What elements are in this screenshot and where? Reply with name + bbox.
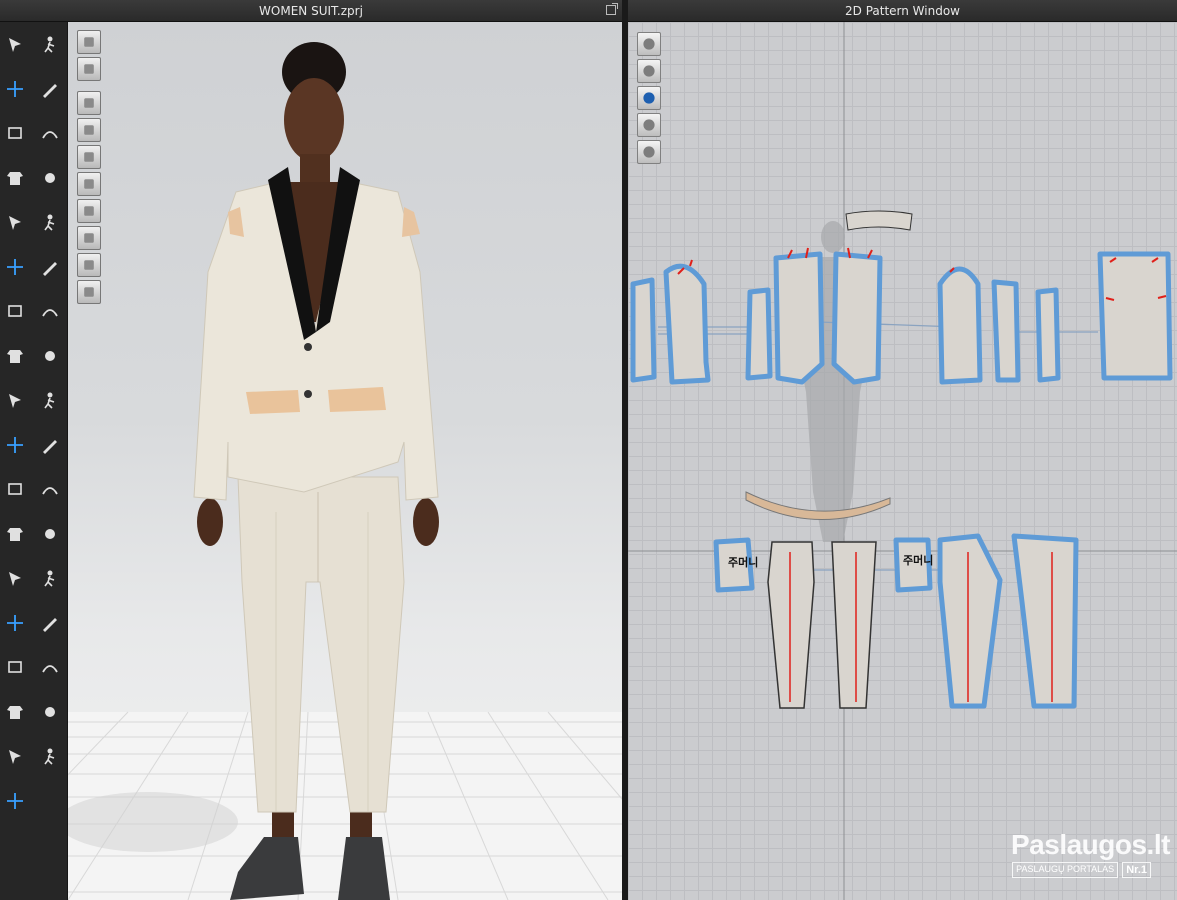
smocking-icon[interactable] xyxy=(3,789,27,813)
2d-pattern-canvas[interactable]: 주머니 주머니 Paslaugos.lt PASLAUGŲ PORTALAS N… xyxy=(628,22,1177,900)
3d-window-titlebar: WOMEN SUIT.zprj xyxy=(0,0,622,22)
graphic-icon[interactable] xyxy=(38,655,62,679)
move-crosshair-icon[interactable] xyxy=(3,77,27,101)
fabric-icon[interactable] xyxy=(3,433,27,457)
3d-garment-window: WOMEN SUIT.zprj xyxy=(0,0,622,900)
app: WOMEN SUIT.zprj 2D Pattern Window 주머니 주머… xyxy=(0,0,1177,900)
2d-pattern-window: 2D Pattern Window 주머니 주머니 Paslaugos.lt P… xyxy=(628,0,1177,900)
layers-icon[interactable] xyxy=(637,113,661,137)
transform-icon[interactable] xyxy=(3,210,27,234)
zipper-icon[interactable] xyxy=(38,477,62,501)
grid-layout-icon[interactable] xyxy=(38,299,62,323)
hdri-icon[interactable] xyxy=(77,172,101,196)
walk-avatar-icon[interactable] xyxy=(38,32,62,56)
texture-surface-icon[interactable] xyxy=(77,199,101,223)
avatar-icon[interactable] xyxy=(3,611,27,635)
topstitch-icon[interactable] xyxy=(38,566,62,590)
3d-window-title: WOMEN SUIT.zprj xyxy=(259,4,363,18)
shaded-icon[interactable] xyxy=(77,226,101,250)
fold-arrange-icon[interactable] xyxy=(3,655,27,679)
pin-multi-icon[interactable] xyxy=(38,255,62,279)
lock-garment-icon[interactable] xyxy=(637,140,661,164)
skin-icon[interactable] xyxy=(77,253,101,277)
collar-piece[interactable] xyxy=(845,210,913,231)
info-icon[interactable] xyxy=(637,86,661,110)
watermark-badge: Nr.1 xyxy=(1122,862,1151,878)
2d-window-titlebar: 2D Pattern Window xyxy=(628,0,1177,22)
bounding-icon[interactable] xyxy=(3,255,27,279)
button-icon[interactable] xyxy=(38,388,62,412)
arrangement-icon[interactable] xyxy=(3,299,27,323)
sewing-icon[interactable] xyxy=(38,344,62,368)
tack-icon[interactable] xyxy=(38,77,62,101)
shirt-icon[interactable] xyxy=(3,166,27,190)
measure-icon[interactable] xyxy=(3,344,27,368)
pin-icon[interactable] xyxy=(38,210,62,234)
watermark: Paslaugos.lt PASLAUGŲ PORTALAS Nr.1 xyxy=(1011,829,1170,878)
texture-icon[interactable] xyxy=(38,611,62,635)
strap-icon[interactable] xyxy=(3,388,27,412)
left-toolbar xyxy=(0,22,68,900)
globe-icon[interactable] xyxy=(77,280,101,304)
3d-viewport[interactable] xyxy=(68,22,622,900)
2d-window-title: 2D Pattern Window xyxy=(845,4,960,18)
needle-icon[interactable] xyxy=(38,166,62,190)
fabric-render-icon[interactable] xyxy=(77,118,101,142)
garment-fit-icon[interactable] xyxy=(3,477,27,501)
buttonhole-icon[interactable] xyxy=(38,433,62,457)
simulation-icon[interactable] xyxy=(77,30,101,54)
puckering-icon[interactable] xyxy=(38,522,62,546)
ruler-icon[interactable] xyxy=(3,700,27,724)
piping-icon[interactable] xyxy=(38,744,62,768)
pocket-label-left: 주머니 xyxy=(728,556,759,569)
fold-icon[interactable] xyxy=(38,121,62,145)
show-avatar-icon[interactable] xyxy=(77,91,101,115)
viewport-toolbar xyxy=(77,30,103,307)
hanger-icon[interactable] xyxy=(3,744,27,768)
watermark-tagline: PASLAUGŲ PORTALAS xyxy=(1012,862,1119,878)
pen-icon[interactable] xyxy=(637,32,661,56)
edit-pattern-icon[interactable] xyxy=(3,121,27,145)
2d-toolbar xyxy=(637,32,663,167)
show-garment-icon[interactable] xyxy=(77,57,101,81)
popout-icon[interactable] xyxy=(606,3,618,15)
select-arrow-icon[interactable] xyxy=(3,32,27,56)
shrink-icon[interactable] xyxy=(38,700,62,724)
gradient-icon[interactable] xyxy=(3,566,27,590)
garment-icon[interactable] xyxy=(637,59,661,83)
3d-scene[interactable] xyxy=(68,22,622,900)
jacket-pattern-pieces[interactable] xyxy=(630,210,1173,385)
pocket-label-right: 주머니 xyxy=(903,554,934,567)
pattern-layout[interactable] xyxy=(628,22,1177,900)
watermark-brand: Paslaugos.lt xyxy=(1011,829,1170,860)
trouser-pattern-pieces[interactable] xyxy=(713,533,1079,709)
trims-icon[interactable] xyxy=(3,522,27,546)
avatar-visibility-icon[interactable] xyxy=(77,145,101,169)
